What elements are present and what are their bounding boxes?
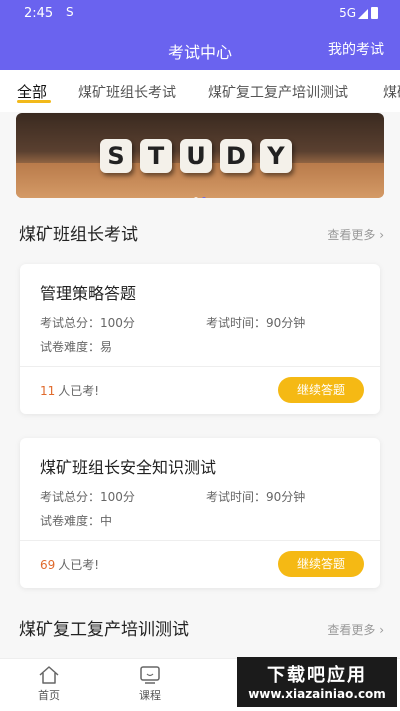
exam-duration: 考试时间：90分钟	[206, 490, 306, 504]
status-time: 2:45	[24, 6, 54, 21]
exam-difficulty: 试卷难度：中	[40, 514, 113, 528]
view-more-link[interactable]: 查看更多 ›	[327, 226, 384, 243]
exam-duration: 考试时间：90分钟	[206, 316, 306, 330]
course-icon	[140, 666, 160, 684]
card-divider	[20, 366, 380, 367]
section-title-resumption: 煤矿复工复产培训测试	[19, 620, 189, 640]
exam-title: 煤矿班组长安全知识测试	[40, 458, 217, 477]
banner-letter-s: S	[100, 139, 132, 173]
s-icon: S	[66, 5, 74, 19]
tab-coal-mine-cut[interactable]: 煤矿	[383, 82, 400, 102]
exam-card[interactable]: 煤矿班组长安全知识测试 考试总分：100分 考试时间：90分钟 试卷难度：中 6…	[20, 438, 380, 588]
nav-course-label: 课程	[139, 689, 161, 702]
home-icon	[39, 666, 59, 684]
watermark-title: 下载吧应用	[267, 665, 367, 686]
banner-letter-d: D	[220, 139, 252, 173]
status-bar: 2:45 S 5G	[0, 0, 400, 28]
exam-taken-count: 11 人已考!	[40, 382, 99, 399]
network-label: 5G	[339, 6, 356, 20]
battery-icon	[371, 7, 378, 19]
taken-count-suffix: 人已考!	[58, 384, 100, 398]
banner-carousel[interactable]: S T U D Y	[16, 113, 384, 198]
signal-icon	[358, 9, 368, 19]
watermark-url: www.xiazainiao.com	[248, 687, 386, 701]
tab-team-leader-exam[interactable]: 煤矿班组长考试	[78, 82, 176, 102]
taken-count-number: 69	[40, 558, 56, 572]
nav-home[interactable]: 首页	[19, 665, 79, 703]
section-title-team-leader: 煤矿班组长考试	[19, 225, 138, 245]
exam-card[interactable]: 管理策略答题 考试总分：100分 考试时间：90分钟 试卷难度：易 11 人已考!…	[20, 264, 380, 414]
continue-answer-button[interactable]: 继续答题	[278, 551, 364, 577]
taken-count-suffix: 人已考!	[58, 558, 100, 572]
tab-all[interactable]: 全部	[17, 81, 47, 102]
view-more-link[interactable]: 查看更多 ›	[327, 621, 384, 638]
banner-letter-y: Y	[260, 139, 292, 173]
exam-difficulty: 试卷难度：易	[40, 340, 113, 354]
nav-home-label: 首页	[38, 689, 60, 702]
tab-resumption-training[interactable]: 煤矿复工复产培训测试	[208, 82, 348, 102]
watermark: 下载吧应用 www.xiazainiao.com	[237, 657, 397, 707]
carousel-indicator	[192, 186, 208, 198]
exam-total-score: 考试总分：100分	[40, 316, 135, 330]
my-exams-button[interactable]: 我的考试	[328, 39, 384, 59]
category-tabs: 全部 煤矿班组长考试 煤矿复工复产培训测试 煤矿	[0, 70, 400, 112]
banner-letter-u: U	[180, 139, 212, 173]
carousel-dot-active[interactable]	[202, 197, 206, 198]
banner-letter-t: T	[140, 139, 172, 173]
nav-course[interactable]: 课程	[120, 665, 180, 703]
taken-count-number: 11	[40, 384, 56, 398]
exam-taken-count: 69 人已考!	[40, 556, 99, 573]
exam-total-score: 考试总分：100分	[40, 490, 135, 504]
tab-active-indicator	[17, 100, 51, 103]
card-divider	[20, 540, 380, 541]
carousel-dot[interactable]	[194, 197, 198, 198]
continue-answer-button[interactable]: 继续答题	[278, 377, 364, 403]
app-bar: 考试中心 我的考试	[0, 28, 400, 70]
exam-title: 管理策略答题	[40, 284, 137, 303]
